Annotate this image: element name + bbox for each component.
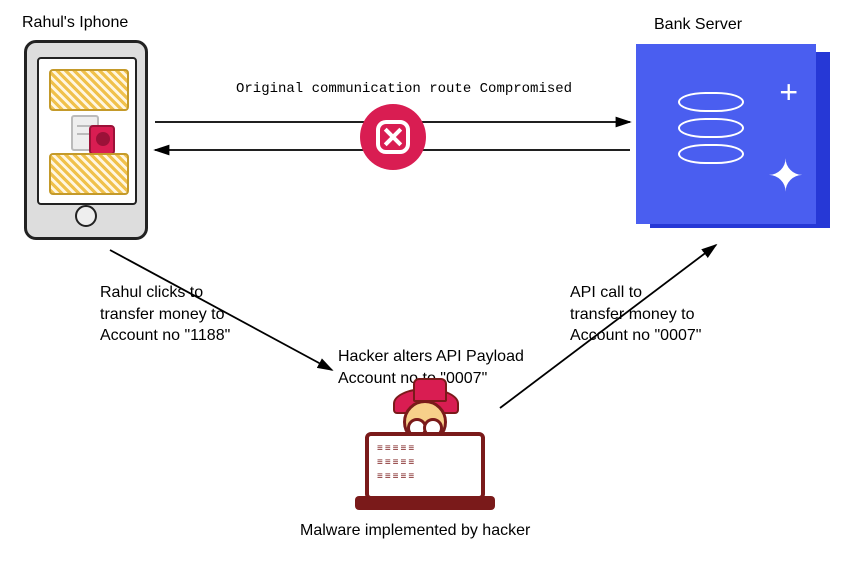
laptop-base-icon xyxy=(355,496,495,510)
server-title: Bank Server xyxy=(654,14,742,36)
phone-title: Rahul's Iphone xyxy=(22,12,128,34)
folder-icon xyxy=(49,69,129,111)
sparkle-icon: ✦ xyxy=(767,151,804,202)
home-button-icon xyxy=(75,205,97,227)
iphone-screen xyxy=(37,57,137,205)
step-api-label: API call to transfer money to Account no… xyxy=(570,282,701,347)
step-rahul-label: Rahul clicks to transfer money to Accoun… xyxy=(100,282,230,347)
database-icon xyxy=(678,92,748,182)
compromised-icon xyxy=(360,104,426,170)
hacker-illustration xyxy=(355,400,495,510)
hacker-caption: Malware implemented by hacker xyxy=(300,520,530,542)
laptop-screen-icon xyxy=(365,432,485,500)
malware-bug-icon xyxy=(89,125,115,155)
sparkle-icon: + xyxy=(779,74,798,111)
compromised-route-label: Original communication route Compromised xyxy=(236,80,572,99)
iphone-device xyxy=(24,40,148,240)
bank-server: + ✦ xyxy=(636,44,826,234)
folder-icon xyxy=(49,153,129,195)
